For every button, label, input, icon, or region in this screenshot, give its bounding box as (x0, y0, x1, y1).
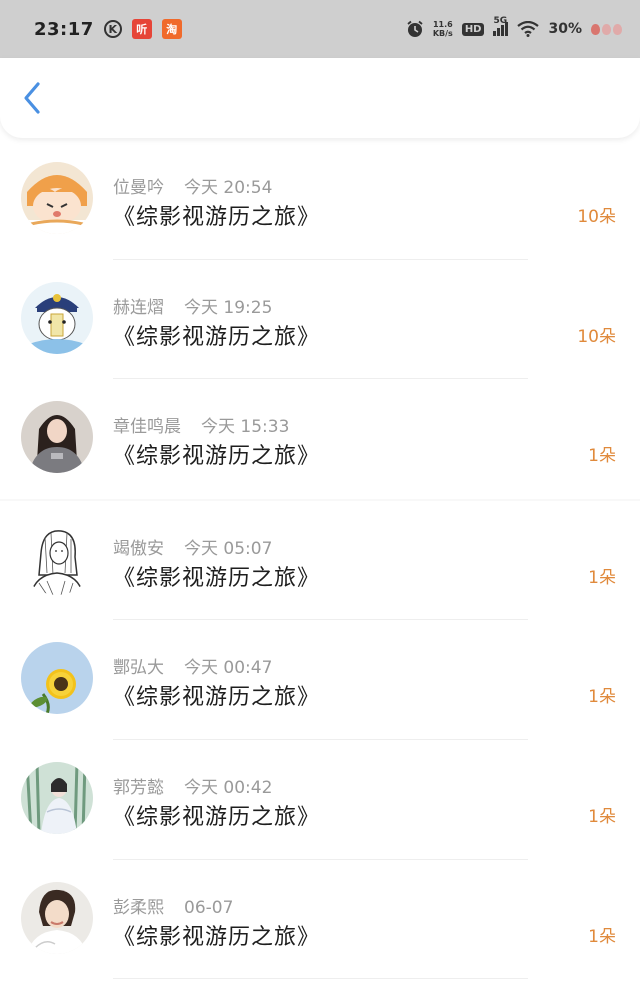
book-title: 《综影视游历之旅》 (113, 324, 321, 350)
list-item[interactable]: 彭柔熙 06-07 《综影视游历之旅》 1朵 (0, 859, 640, 980)
gift-list: 位曼吟 今天 20:54 《综影视游历之旅》 10朵 赫连熠 今天 19:25 (0, 140, 640, 980)
username[interactable]: 酆弘大 (113, 653, 164, 678)
username[interactable]: 郭芳懿 (113, 773, 164, 798)
network-type-label: 5G (493, 16, 508, 26)
user-meta: 章佳鸣晨 今天 15:33 (113, 412, 289, 437)
alarm-icon (407, 20, 423, 37)
user-meta: 彭柔熙 06-07 (113, 893, 233, 918)
list-item[interactable]: 郭芳懿 今天 00:42 《综影视游历之旅》 1朵 (0, 739, 640, 860)
timestamp: 06-07 (184, 897, 234, 918)
username[interactable]: 位曼吟 (113, 173, 164, 198)
timestamp: 今天 00:47 (184, 658, 273, 679)
divider (113, 978, 528, 980)
username[interactable]: 彭柔熙 (113, 893, 164, 918)
flower-count: 1朵 (588, 806, 616, 827)
timestamp: 今天 15:33 (201, 417, 290, 438)
back-button[interactable] (18, 80, 48, 116)
flower-count: 10朵 (577, 326, 616, 347)
username[interactable]: 竭傲安 (113, 534, 164, 559)
avatar[interactable] (21, 642, 93, 715)
listen-app-icon: 听 (131, 19, 152, 39)
list-item[interactable]: 位曼吟 今天 20:54 《综影视游历之旅》 10朵 (0, 140, 640, 260)
hd-badge: HD (461, 22, 485, 36)
k-app-icon: K (103, 20, 122, 38)
wifi-icon (517, 21, 540, 37)
net-speed-value: 11.6 (432, 20, 453, 29)
user-meta: 酆弘大 今天 00:47 (113, 653, 272, 678)
avatar[interactable] (21, 881, 93, 954)
book-title: 《综影视游历之旅》 (113, 924, 321, 950)
avatar[interactable] (21, 401, 93, 474)
timestamp: 今天 00:42 (184, 777, 273, 798)
user-meta: 位曼吟 今天 20:54 (113, 173, 272, 198)
book-title: 《综影视游历之旅》 (113, 565, 321, 591)
book-title: 《综影视游历之旅》 (113, 444, 321, 470)
user-meta: 郭芳懿 今天 00:42 (113, 773, 272, 798)
battery-indicator-icon (591, 23, 622, 35)
taobao-app-icon: 淘 (161, 19, 182, 39)
avatar[interactable] (21, 761, 93, 834)
flower-count: 10朵 (577, 207, 616, 227)
timestamp: 今天 05:07 (184, 538, 273, 559)
chevron-left-icon (24, 82, 40, 114)
book-title: 《综影视游历之旅》 (113, 685, 321, 711)
timestamp: 今天 20:54 (184, 178, 273, 198)
username[interactable]: 章佳鸣晨 (113, 412, 181, 437)
list-item[interactable]: 赫连熠 今天 19:25 《综影视游历之旅》 10朵 (0, 259, 640, 380)
status-bar: 23:17 K 听 淘 11.6 KB/s HD 5G 30% (0, 0, 640, 58)
user-meta: 赫连熠 今天 19:25 (113, 293, 272, 318)
flower-count: 1朵 (588, 446, 616, 467)
net-speed: 11.6 KB/s (433, 20, 453, 38)
flower-count: 1朵 (588, 687, 616, 708)
nav-header (0, 58, 640, 138)
list-item[interactable]: 章佳鸣晨 今天 15:33 《综影视游历之旅》 1朵 (0, 379, 640, 499)
book-title: 《综影视游历之旅》 (113, 205, 321, 230)
user-meta: 竭傲安 今天 05:07 (113, 534, 272, 559)
avatar[interactable] (21, 281, 93, 354)
avatar[interactable] (21, 162, 93, 234)
list-item[interactable]: 酆弘大 今天 00:47 《综影视游历之旅》 1朵 (0, 620, 640, 740)
net-speed-unit: KB/s (432, 29, 453, 38)
flower-count: 1朵 (588, 567, 616, 588)
username[interactable]: 赫连熠 (113, 293, 164, 318)
avatar[interactable] (21, 522, 93, 595)
list-item[interactable]: 竭傲安 今天 05:07 《综影视游历之旅》 1朵 (0, 500, 640, 621)
flower-count: 1朵 (588, 926, 616, 947)
book-title: 《综影视游历之旅》 (113, 804, 321, 830)
timestamp: 今天 19:25 (184, 297, 273, 318)
battery-percent: 30% (548, 21, 582, 37)
status-time: 23:17 (34, 18, 94, 40)
cell-signal-icon: 5G (493, 16, 509, 36)
